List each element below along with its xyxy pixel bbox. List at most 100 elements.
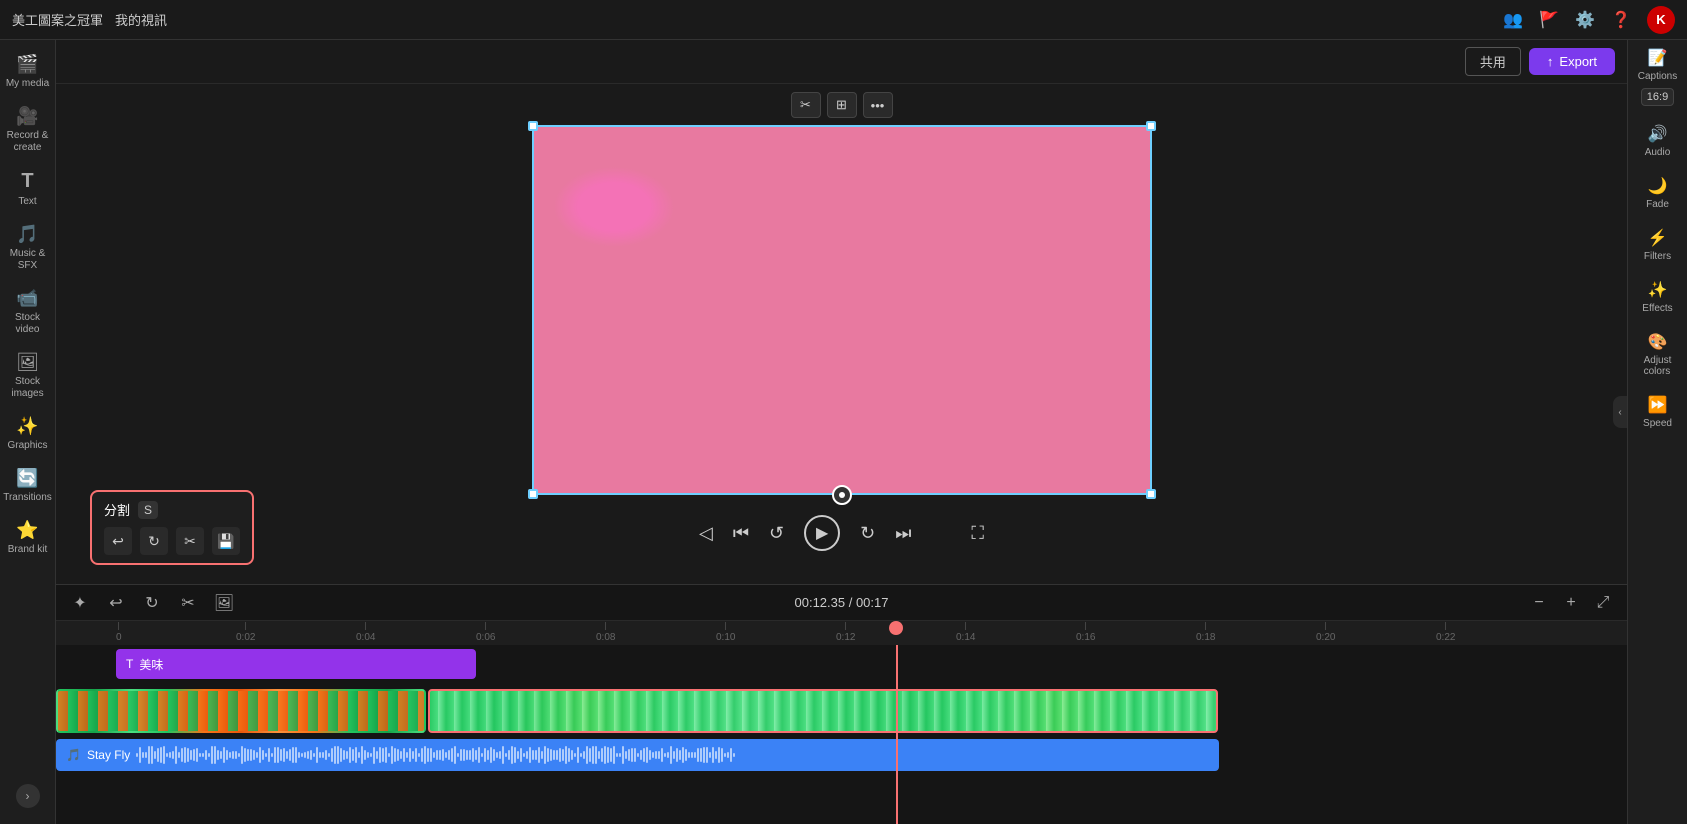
- mark-in-btn[interactable]: ◁: [699, 523, 713, 544]
- sidebar-item-brand-kit[interactable]: ⭐ Brand kit: [2, 514, 54, 562]
- text-track-row: T 美味: [56, 649, 1627, 683]
- flag-icon[interactable]: 🚩: [1539, 10, 1559, 30]
- zoom-in-btn[interactable]: +: [1557, 589, 1585, 617]
- split-label-row: 分割 S: [104, 500, 240, 519]
- text-clip[interactable]: T 美味: [116, 649, 476, 679]
- ruler-mark-20: 0:20: [1316, 622, 1335, 643]
- preview-area: ✂ ⊞ •••: [56, 84, 1627, 584]
- avatar[interactable]: K: [1647, 6, 1675, 34]
- ruler-mark-6: 0:06: [476, 622, 495, 643]
- timeline-undo-btn[interactable]: ↩: [102, 589, 130, 617]
- zoom-out-btn[interactable]: −: [1525, 589, 1553, 617]
- preview-toolbar: ✂ ⊞ •••: [791, 92, 893, 118]
- ruler-mark-14: 0:14: [956, 622, 975, 643]
- settings-icon[interactable]: ⚙️: [1575, 10, 1595, 30]
- timeline-time-display: 00:12.35 / 00:17: [795, 595, 889, 610]
- filters-label: Filters: [1644, 251, 1671, 262]
- sidebar-item-label: Graphics: [7, 440, 47, 452]
- right-tool-adjust-colors[interactable]: 🎨 Adjustcolors: [1630, 324, 1686, 385]
- sidebar-item-label: Music & SFX: [6, 248, 50, 272]
- playhead-line[interactable]: [896, 645, 898, 824]
- sidebar-expand-btn[interactable]: ›: [16, 784, 40, 808]
- right-sidebar-collapse-btn[interactable]: ‹: [1613, 396, 1627, 428]
- video-container[interactable]: [532, 125, 1152, 495]
- sidebar-item-music-sfx[interactable]: 🎵 Music & SFX: [2, 218, 54, 278]
- timeline-magic-btn[interactable]: ✦: [66, 589, 94, 617]
- center-dot: [839, 492, 845, 498]
- captions-item[interactable]: 📝 Captions: [1638, 48, 1677, 82]
- music-note-icon: 🎵: [66, 748, 81, 762]
- sidebar-item-text[interactable]: T Text: [2, 164, 54, 214]
- split-icon-row: ↩ ↻ ✂ 💾: [104, 527, 240, 555]
- audio-label: Audio: [1645, 147, 1671, 158]
- ruler-mark-8: 0:08: [596, 622, 615, 643]
- split-tooltip: 分割 S ↩ ↻ ✂ 💾: [90, 490, 254, 565]
- crop-btn[interactable]: ✂: [791, 92, 821, 118]
- play-button[interactable]: ▶: [804, 515, 840, 551]
- export-button[interactable]: ↑ Export: [1529, 48, 1615, 75]
- timeline-save-frame-btn[interactable]: 🖼: [210, 589, 238, 617]
- expand-btn[interactable]: ⊞: [827, 92, 857, 118]
- sidebar-item-graphics[interactable]: ✨ Graphics: [2, 410, 54, 458]
- video-clip-1[interactable]: [56, 689, 426, 733]
- people-icon[interactable]: 👥: [1503, 10, 1523, 30]
- undo-btn[interactable]: ↩: [104, 527, 132, 555]
- timeline-redo-btn[interactable]: ↻: [138, 589, 166, 617]
- fit-to-screen-btn[interactable]: ⤢: [1589, 589, 1617, 617]
- sidebar-item-stock-images[interactable]: 🖼 Stock images: [2, 346, 54, 406]
- help-icon[interactable]: ❓: [1611, 10, 1631, 30]
- timeline-zoom-controls: − + ⤢: [1525, 589, 1617, 617]
- right-tool-speed[interactable]: ⏩ Speed: [1630, 387, 1686, 437]
- split-shortcut: S: [138, 501, 158, 519]
- audio-waveform: // Generate waveform bars inline - will …: [136, 745, 1209, 765]
- speed-icon: ⏩: [1648, 395, 1668, 415]
- stock-images-icon: 🖼: [16, 352, 39, 373]
- ruler-mark-10: 0:10: [716, 622, 735, 643]
- text-clip-label: 美味: [139, 656, 163, 673]
- share-button[interactable]: 共用: [1465, 47, 1521, 76]
- sidebar-item-transitions[interactable]: 🔄 Transitions: [2, 462, 54, 510]
- text-icon: T: [21, 170, 33, 193]
- skip-fwd-btn[interactable]: ⏭: [895, 523, 911, 544]
- sidebar-item-my-media[interactable]: 🎬 My media: [2, 48, 54, 96]
- rewind-btn[interactable]: ↺: [769, 523, 784, 544]
- aspect-ratio-btn[interactable]: 16:9: [1641, 88, 1674, 106]
- brand-kit-icon: ⭐: [16, 520, 38, 541]
- effects-label: Effects: [1642, 303, 1672, 314]
- fade-icon: 🌙: [1648, 176, 1668, 196]
- right-tool-fade[interactable]: 🌙 Fade: [1630, 168, 1686, 218]
- sidebar-item-record-create[interactable]: 🎥 Record &create: [2, 100, 54, 160]
- video-clip-2[interactable]: [428, 689, 1218, 733]
- graphics-icon: ✨: [16, 416, 38, 437]
- right-tool-audio[interactable]: 🔊 Audio: [1630, 116, 1686, 166]
- transitions-icon: 🔄: [16, 468, 38, 489]
- export-label: Export: [1559, 54, 1597, 69]
- redo-btn[interactable]: ↻: [140, 527, 168, 555]
- record-icon: 🎥: [16, 106, 38, 127]
- filters-icon: ⚡: [1648, 228, 1668, 248]
- right-tool-filters[interactable]: ⚡ Filters: [1630, 220, 1686, 270]
- effects-icon: ✨: [1648, 280, 1668, 300]
- sidebar-item-label: My media: [6, 78, 49, 90]
- right-tool-effects[interactable]: ✨ Effects: [1630, 272, 1686, 322]
- ruler-mark-4: 0:04: [356, 622, 375, 643]
- adjust-colors-label: Adjustcolors: [1644, 355, 1672, 377]
- timeline-cut-btn[interactable]: ✂: [174, 589, 202, 617]
- video-track-row: [56, 687, 1627, 735]
- sidebar-item-stock-video[interactable]: 📹 Stock video: [2, 282, 54, 342]
- playhead-ruler-head[interactable]: [889, 621, 903, 635]
- skip-back-btn[interactable]: ⏮: [733, 523, 749, 544]
- main-layout: 🎬 My media 🎥 Record &create T Text 🎵 Mus…: [0, 40, 1687, 824]
- save-frame-btn[interactable]: 💾: [212, 527, 240, 555]
- more-btn[interactable]: •••: [863, 92, 893, 118]
- stock-video-icon: 📹: [16, 288, 38, 309]
- fullscreen-btn[interactable]: ⛶: [971, 523, 984, 544]
- cut-btn[interactable]: ✂: [176, 527, 204, 555]
- sidebar-item-label: Brand kit: [8, 544, 47, 556]
- timeline-area: ✦ ↩ ↻ ✂ 🖼 00:12.35 / 00:17 − + ⤢ 0: [56, 584, 1627, 824]
- audio-clip[interactable]: 🎵 Stay Fly // Generate waveform bars inl…: [56, 739, 1219, 771]
- speed-label: Speed: [1643, 418, 1672, 429]
- forward-btn[interactable]: ↻: [860, 523, 875, 544]
- ruler-mark-22: 0:22: [1436, 622, 1455, 643]
- playback-controls: ◁ ⏮ ↺ ▶ ↻ ⏭ ⛶: [699, 515, 984, 551]
